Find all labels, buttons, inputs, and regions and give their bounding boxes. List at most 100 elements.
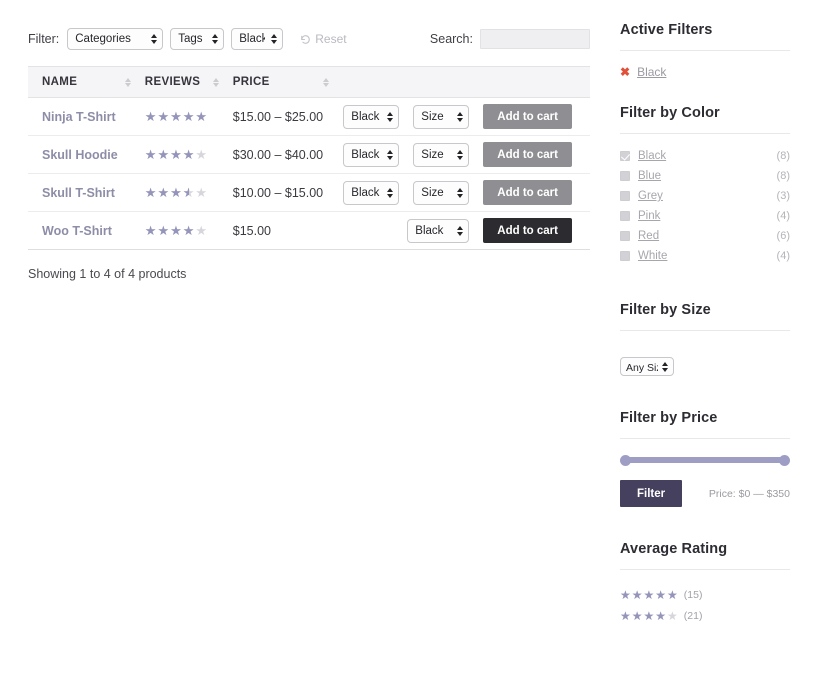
product-rating-stars: ★★★★★★★★★★ [145,148,208,161]
color-filter-label[interactable]: Pink [638,210,660,222]
checkbox-icon[interactable] [620,191,630,201]
average-rating-item[interactable]: ★★★★★★★★★★(21) [620,605,790,626]
filter-price-title: Filter by Price [620,410,790,426]
average-rating-title: Average Rating [620,541,790,557]
cell-actions: Black Size Add to cart [343,98,590,136]
checkbox-icon[interactable] [620,251,630,261]
cell-name: Skull T-Shirt [28,174,145,212]
column-label-price: PRICE [233,76,270,88]
checkbox-icon[interactable] [620,231,630,241]
product-link[interactable]: Skull Hoodie [28,148,118,162]
x-icon[interactable]: ✖ [620,66,630,78]
color-filter-item[interactable]: Blue (8) [620,166,790,186]
cell-reviews: ★★★★★★★★★★ [145,98,233,136]
widget-active-filters: Active Filters ✖Black [620,22,790,79]
color-select[interactable]: Black [231,28,283,50]
size-select-wrap: Any Size [620,357,674,376]
cell-price: $15.00 [233,212,344,250]
cell-price: $10.00 – $15.00 [233,174,344,212]
column-header-reviews[interactable]: REVIEWS [145,67,233,98]
cell-reviews: ★★★★★★★★★★ [145,212,233,250]
column-header-actions [343,67,590,98]
color-filter-item[interactable]: Grey(3) [620,186,790,206]
add-to-cart-button[interactable]: Add to cart [483,104,572,129]
color-filter-label[interactable]: Blue [638,170,661,182]
active-filter-label[interactable]: Black [637,65,666,79]
product-link[interactable]: Skull T-Shirt [28,186,115,200]
row-color-select[interactable]: Black [343,105,399,129]
filter-label: Filter: [28,32,59,46]
product-link[interactable]: Ninja T-Shirt [28,110,116,124]
color-filter-count: (8) [777,170,790,182]
slider-handle-max[interactable] [779,455,790,466]
add-to-cart-button[interactable]: Add to cart [483,218,572,243]
add-to-cart-button[interactable]: Add to cart [483,142,572,167]
table-row: Woo T-Shirt ★★★★★★★★★★ $15.00 Black Add to c… [28,212,590,250]
widget-filter-color: Filter by Color Black(8)Blue(8)Grey(3)Pi… [620,105,790,266]
row-size-select[interactable]: Size [413,143,469,167]
categories-select-wrap: Categories [67,28,163,50]
divider [620,133,790,134]
sort-icon [213,78,219,87]
checkbox-icon[interactable] [620,171,630,181]
row-actions: Black Size Add to cart [343,180,590,205]
widget-average-rating: Average Rating ★★★★★★★★★★(15)★★★★★★★★★★(… [620,541,790,626]
color-filter-label[interactable]: Grey [638,190,663,202]
color-filter-label[interactable]: Red [638,230,659,242]
product-rating-stars: ★★★★★★★★★★ [145,186,208,199]
color-filter-item[interactable]: Red(6) [620,226,790,246]
price-range-slider[interactable] [622,457,788,463]
filter-toolbar: Filter: Categories Tags Black [28,22,590,56]
active-filter-item: ✖ Black [620,65,790,79]
row-color-select[interactable]: Black [407,219,469,243]
size-select[interactable]: Any Size [620,357,674,376]
search-input[interactable] [480,29,590,49]
average-rating-list: ★★★★★★★★★★(15)★★★★★★★★★★(21) [620,584,790,626]
color-filter-list: Black(8)Blue(8)Grey(3)Pink(4)Red(6)White… [620,146,790,266]
table-body: Ninja T-Shirt★★★★★★★★★★$15.00 – $25.00Bl… [28,98,590,250]
sidebar: Active Filters ✖Black Filter by Color Bl… [620,22,790,652]
search-label: Search: [430,32,473,46]
price-filter-button[interactable]: Filter [620,480,682,507]
row-size-select[interactable]: Size [413,181,469,205]
color-filter-item[interactable]: White(4) [620,246,790,266]
cell-reviews: ★★★★★★★★★★ [145,136,233,174]
cell-reviews: ★★★★★★★★★★ [145,174,233,212]
reset-button[interactable]: Reset [300,32,346,46]
color-filter-item[interactable]: Pink(4) [620,206,790,226]
average-rating-item[interactable]: ★★★★★★★★★★(15) [620,584,790,605]
slider-handle-min[interactable] [620,455,631,466]
tags-select[interactable]: Tags [170,28,224,50]
product-rating-stars: ★★★★★★★★★★ [145,110,208,123]
slider-track [622,457,788,463]
product-rating-stars: ★★★★★★★★★★ [145,224,208,237]
row-color-select[interactable]: Black [343,143,399,167]
color-filter-item[interactable]: Black (8) [620,146,790,166]
row-color-select[interactable]: Black [343,181,399,205]
product-table-page: Filter: Categories Tags Black [0,0,820,673]
row-color-select-wrap: Black [407,219,469,243]
average-rating-stars: ★★★★★★★★★★ [620,610,679,622]
column-header-name[interactable]: NAME [28,67,145,98]
categories-select[interactable]: Categories [67,28,163,50]
sort-icon [125,78,131,87]
color-filter-label[interactable]: Black [638,150,666,162]
row-size-select[interactable]: Size [413,105,469,129]
product-price: $15.00 [233,224,271,238]
price-range-text: Price: $0 — $350 [709,488,790,500]
average-rating-count: (15) [684,589,703,601]
divider [620,50,790,51]
star-filled-icon: ★★★★★ [145,186,189,199]
checkbox-icon[interactable] [620,211,630,221]
active-filters-list: ✖ Black [620,65,790,79]
checkbox-icon[interactable] [620,151,630,161]
product-link[interactable]: Woo T-Shirt [28,224,112,238]
column-header-price[interactable]: PRICE [233,67,344,98]
divider [620,330,790,331]
divider [620,569,790,570]
add-to-cart-button[interactable]: Add to cart [483,180,572,205]
color-filter-count: (8) [777,150,790,162]
rotate-ccw-icon [300,34,311,45]
color-filter-label[interactable]: White [638,250,667,262]
products-table: NAME REVIEWS PRICE [28,66,590,250]
